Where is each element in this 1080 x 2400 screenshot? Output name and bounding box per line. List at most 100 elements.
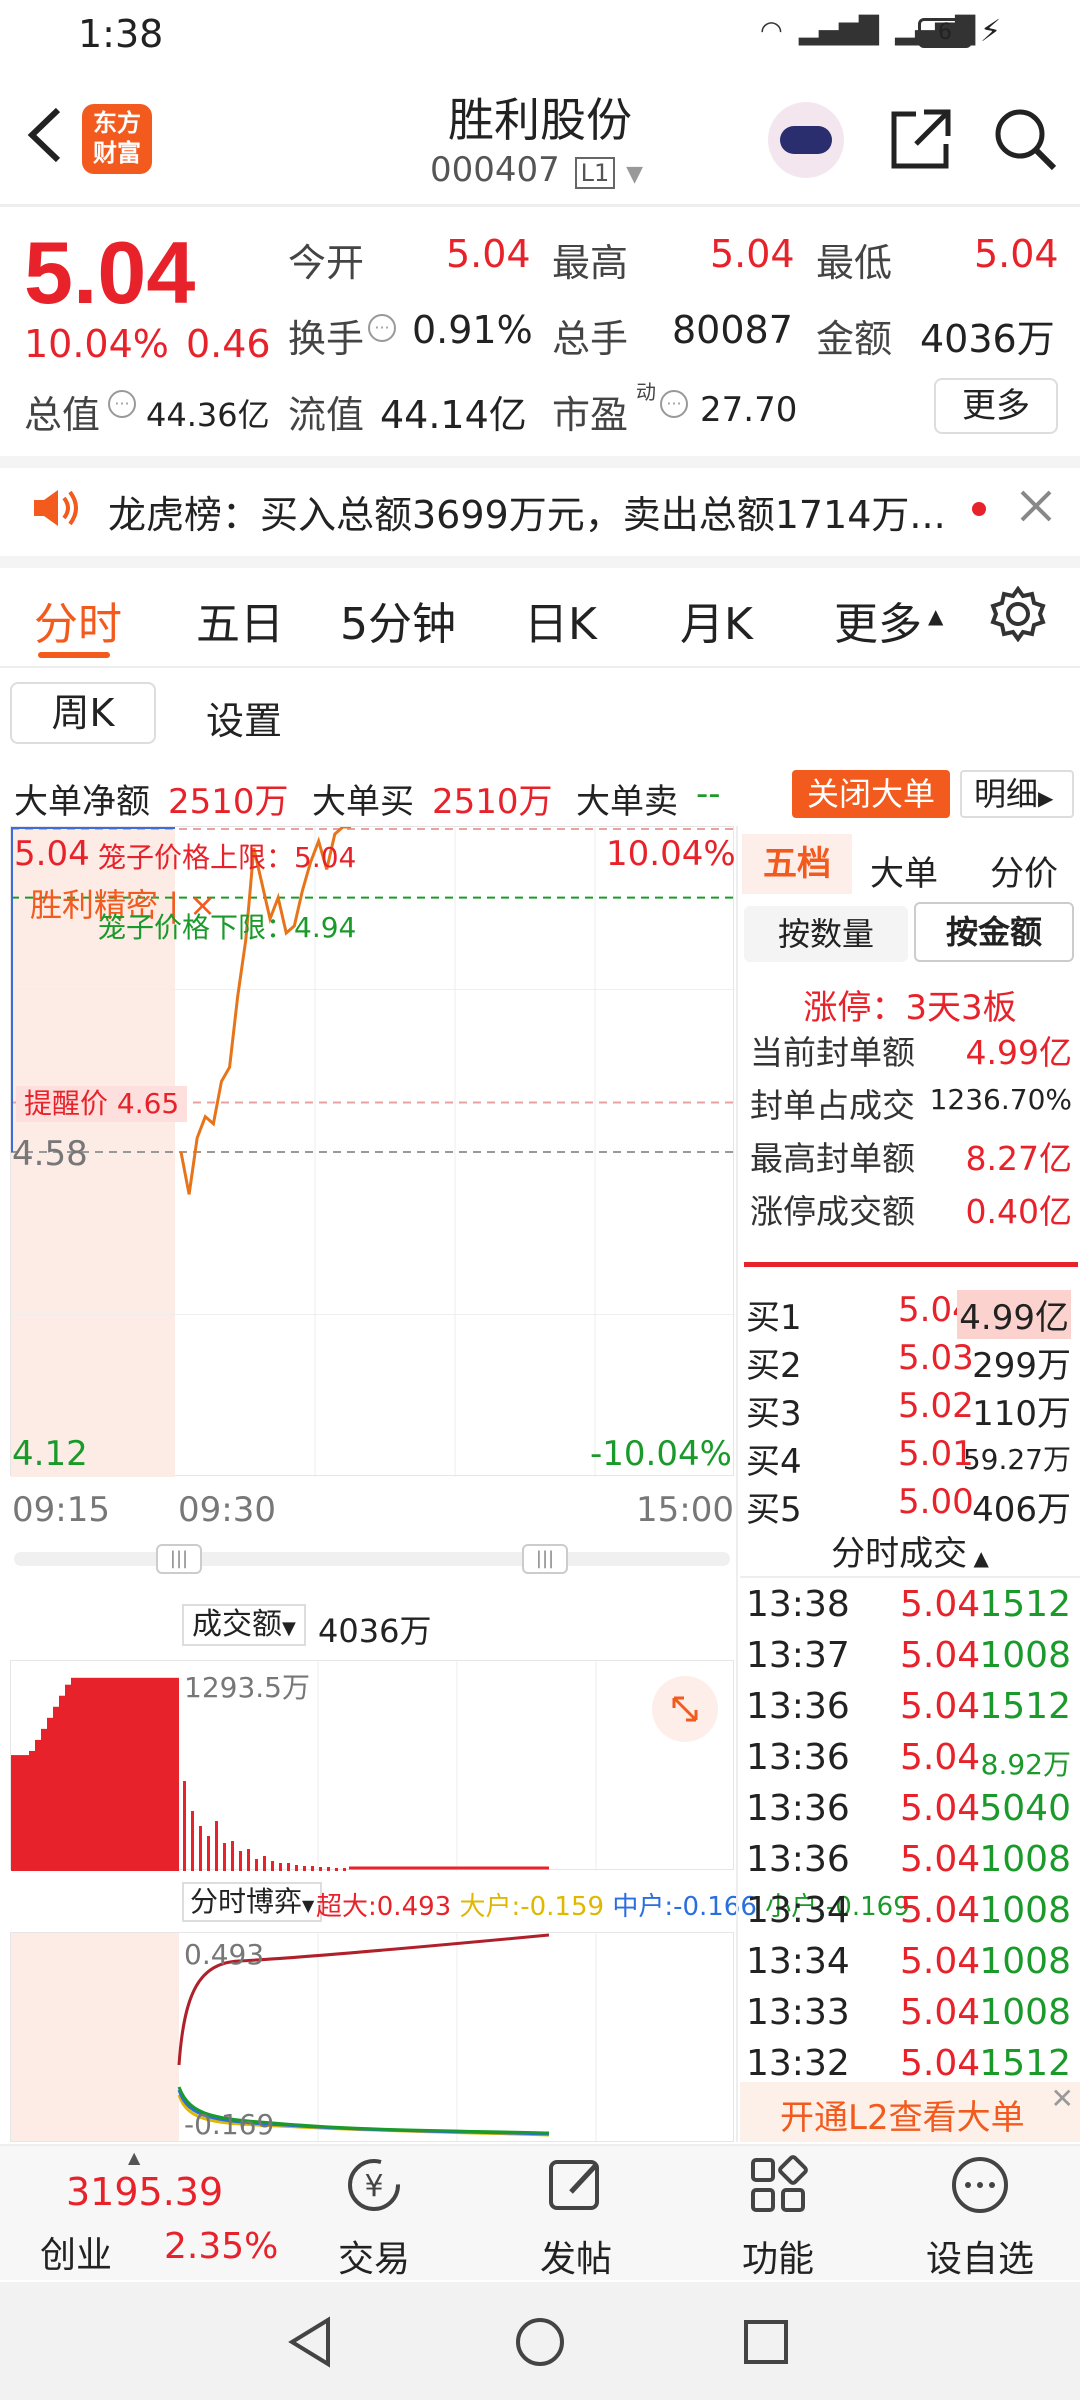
vol-bar	[295, 1865, 298, 1871]
tab-monthly[interactable]: 月K	[680, 588, 753, 652]
order-book-row[interactable]: 买4 5.01 59.27万	[740, 1430, 1075, 1482]
subtab-weekly[interactable]: 周K	[10, 682, 156, 744]
order-book-row[interactable]: 买3 5.02 110万	[740, 1382, 1075, 1434]
sys-home-button[interactable]	[510, 2312, 570, 2376]
speaker-icon	[30, 486, 80, 534]
tab-daily[interactable]: 日K	[524, 588, 597, 652]
sys-recent-button[interactable]	[736, 2312, 796, 2376]
nav-functions[interactable]: 功能	[678, 2150, 878, 2282]
order-book-row[interactable]: 买1 5.04 4.99亿	[740, 1286, 1075, 1339]
nav-post[interactable]: 发帖	[476, 2150, 676, 2282]
tick-volume: 5040	[979, 1788, 1071, 1829]
vol-bar	[231, 1841, 234, 1871]
chevron-down-icon: ▼	[626, 162, 643, 187]
info-icon[interactable]: ···	[368, 314, 396, 342]
signal-icon: ▂▄▆█	[798, 16, 879, 46]
flow-selector[interactable]: 分时博弈▼	[182, 1882, 323, 1922]
expand-button[interactable]	[652, 1676, 718, 1742]
range-slider[interactable]	[14, 1552, 730, 1566]
tick-row[interactable]: 13:33 5.04 1008	[740, 1990, 1075, 2041]
amount-label: 金额	[816, 317, 893, 361]
search-button[interactable]	[990, 104, 1060, 178]
tick-price: 5.04	[900, 1788, 981, 1829]
flow-chart	[10, 1932, 734, 2142]
stock-code-row[interactable]: 000407 L1 ▼	[430, 150, 643, 190]
tick-volume: 1008	[979, 1635, 1071, 1676]
vol-bar	[343, 1868, 346, 1871]
tick-row[interactable]: 13:34 5.04 1008	[740, 1939, 1075, 1990]
tick-time: 13:36	[746, 1737, 850, 1778]
by-amount-button[interactable]: 按金额	[914, 902, 1074, 962]
right-tab-price[interactable]: 分价	[990, 846, 1058, 895]
tab-intraday[interactable]: 分时	[34, 588, 122, 652]
bigorder-sell-value: --	[696, 774, 721, 814]
nav-trade[interactable]: ¥ 交易	[274, 2150, 474, 2282]
vol-bar	[255, 1859, 258, 1871]
alert-price-tag[interactable]: 提醒价 4.65	[16, 1086, 188, 1122]
volume-selector[interactable]: 成交额▼	[182, 1604, 306, 1646]
more-button[interactable]: 更多	[934, 378, 1058, 434]
index-pct[interactable]: 2.35%	[164, 2226, 278, 2267]
vol-bar	[113, 1677, 119, 1871]
flow-large: 大户:-0.159	[459, 1892, 605, 1922]
time-mid: 09:30	[178, 1490, 276, 1530]
caret-up-icon: ▲	[967, 1546, 989, 1570]
vol-bar	[149, 1677, 155, 1871]
order-book-row[interactable]: 买2 5.03 299万	[740, 1334, 1075, 1386]
info-icon-3[interactable]: ···	[660, 390, 688, 418]
range-handle-left[interactable]: |||	[156, 1544, 202, 1574]
tick-row[interactable]: 13:34 5.04 1008	[740, 1888, 1075, 1939]
book-price: 5.03	[898, 1338, 974, 1378]
open-label: 今开	[288, 241, 365, 285]
index-name[interactable]: 创业	[40, 2226, 112, 2278]
l2-close-icon[interactable]: ✕	[1051, 2082, 1074, 2115]
tick-price: 5.04	[900, 1992, 981, 2033]
tick-row[interactable]: 13:36 5.04 1512	[740, 1684, 1075, 1735]
chart-bottom-pct: -10.04%	[590, 1434, 732, 1474]
chart-mid-price: 4.58	[12, 1134, 88, 1174]
volume-chart	[10, 1660, 734, 1871]
volume-axis-label: 1293.5万	[184, 1671, 310, 1704]
settings-button[interactable]	[990, 585, 1046, 646]
tick-price: 5.04	[900, 1584, 981, 1625]
vol-bar	[279, 1863, 282, 1871]
index-value[interactable]: 3195.39	[66, 2170, 223, 2214]
right-tab-bigorder[interactable]: 大单	[870, 846, 938, 895]
ticks-header[interactable]: 分时成交 ▲	[740, 1526, 1080, 1575]
stock-code: 000407	[430, 150, 560, 190]
book-level: 买3	[746, 1394, 802, 1434]
turnover-value: 0.91%	[412, 308, 533, 352]
vol-bar	[303, 1866, 306, 1871]
range-handle-right[interactable]: |||	[522, 1544, 568, 1574]
notice-text[interactable]: 龙虎榜：买入总额3699万元，卖出总额1714万...	[108, 484, 948, 539]
right-tab-level5[interactable]: 五档	[742, 834, 852, 894]
ticks-title: 分时成交	[831, 1534, 968, 1574]
subtab-settings[interactable]: 设置	[206, 690, 282, 745]
order-book-row[interactable]: 买5 5.00 406万	[740, 1478, 1075, 1530]
sys-back-button[interactable]	[280, 2312, 340, 2376]
close-bigorder-button[interactable]: 关闭大单	[792, 770, 950, 818]
tab-5min[interactable]: 5分钟	[340, 588, 456, 652]
bigorder-sell-label: 大单卖	[576, 782, 678, 822]
tab-5day[interactable]: 五日	[196, 588, 284, 652]
share-icon	[891, 109, 951, 169]
tick-time: 13:36	[746, 1788, 850, 1829]
tick-price: 5.04	[900, 1941, 981, 1982]
robot-avatar[interactable]	[768, 102, 844, 178]
wifi-icon: ◠	[760, 16, 783, 46]
tick-row[interactable]: 13:36 5.04 5040	[740, 1786, 1075, 1837]
l2-banner[interactable]: 开通L2查看大单 ✕	[740, 2082, 1080, 2142]
tick-row[interactable]: 13:36 5.04 1008	[740, 1837, 1075, 1888]
tab-more[interactable]: 更多	[834, 588, 922, 652]
tick-row[interactable]: 13:36 5.04 8.92万	[740, 1735, 1075, 1786]
stat-label: 最高封单额	[750, 1139, 915, 1178]
info-icon-2[interactable]: ···	[108, 390, 136, 418]
nav-watchlist[interactable]: 设自选	[880, 2150, 1080, 2282]
tick-row[interactable]: 13:38 5.04 1512	[740, 1582, 1075, 1633]
tick-row[interactable]: 13:37 5.04 1008	[740, 1633, 1075, 1684]
notice-close-button[interactable]	[1018, 488, 1054, 528]
notice-dot	[972, 502, 986, 516]
by-qty-button[interactable]: 按数量	[744, 906, 908, 962]
detail-button[interactable]: 明细▶	[960, 770, 1074, 818]
share-button[interactable]	[886, 104, 956, 178]
